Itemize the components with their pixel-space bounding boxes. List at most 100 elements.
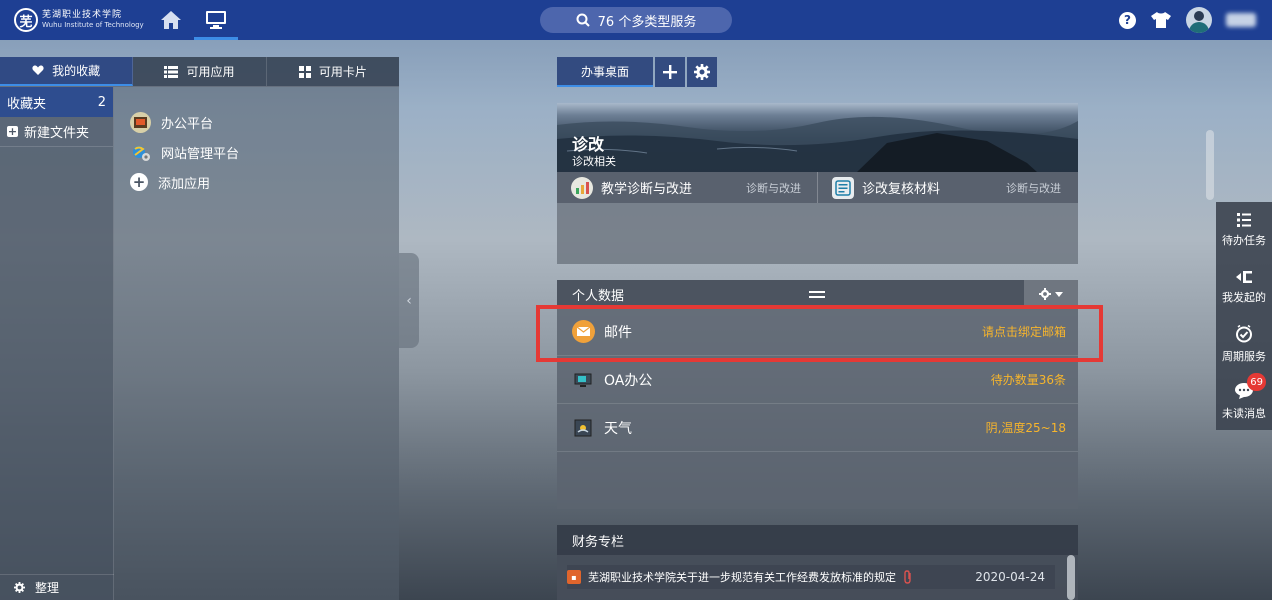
chevron-left-icon: ‹ [406, 292, 412, 309]
add-app-button[interactable]: + 添加应用 [130, 167, 239, 197]
desktop-icon[interactable] [194, 6, 238, 40]
tab-work-desk[interactable]: 办事桌面 [557, 57, 653, 87]
folder-favorites[interactable]: 收藏夹 2 [0, 87, 113, 117]
tab-label: 可用卡片 [318, 65, 367, 79]
home-icon[interactable] [160, 9, 182, 31]
collapse-panel-handle[interactable]: ‹ [399, 253, 419, 348]
gear-icon [14, 582, 25, 593]
username-redacted[interactable] [1226, 13, 1256, 27]
highlight-box [536, 305, 1103, 362]
news-title: 芜湖职业技术学院关于进一步规范有关工作经费发放标准的规定 [588, 571, 896, 584]
link-tag: 诊断与改进 [1006, 181, 1061, 195]
dock-label: 未读消息 [1222, 407, 1266, 420]
dock-label: 待办任务 [1222, 234, 1266, 247]
link-review-materials[interactable]: 诊改复核材料 诊断与改进 [817, 172, 1077, 203]
card-header: 个人数据 [557, 280, 1078, 308]
card-title: 诊改 [572, 135, 605, 154]
dock-label: 周期服务 [1222, 350, 1266, 363]
search-icon [576, 13, 590, 27]
page-scrollbar[interactable] [1206, 130, 1214, 200]
theme-shirt-icon[interactable] [1150, 11, 1172, 29]
row-status: 待办数量36条 [990, 373, 1066, 387]
app-office-platform[interactable]: 办公平台 [130, 107, 239, 137]
link-label: 教学诊断与改进 [601, 182, 693, 197]
initiated-icon [1236, 271, 1252, 283]
row-weather[interactable]: 天气 阴,温度25~18 [557, 404, 1078, 452]
app-website-management[interactable]: 网站管理平台 [130, 137, 239, 167]
attachment-icon [904, 570, 911, 584]
diagnosis-links: 教学诊断与改进 诊断与改进 诊改复核材料 诊断与改进 [557, 172, 1078, 203]
dock-periodic-service[interactable]: 周期服务 [1216, 316, 1272, 373]
dock-label: 我发起的 [1222, 291, 1266, 304]
top-bar: 芜 芜湖职业技术学院 Wuhu Institute of Technology … [0, 0, 1272, 40]
finance-scrollbar[interactable] [1067, 555, 1075, 600]
chart-icon [571, 176, 593, 199]
card-settings-dropdown[interactable] [1024, 280, 1078, 308]
weather-icon [571, 416, 595, 440]
folder-label: 收藏夹 [7, 96, 47, 112]
list-icon [164, 65, 179, 78]
unread-badge: 69 [1247, 373, 1266, 391]
dock-unread-messages[interactable]: 69 未读消息 [1216, 373, 1272, 430]
search-label: 76 个多类型服务 [597, 14, 697, 30]
tab-label: 可用应用 [186, 65, 235, 79]
diagnosis-card: 诊改 诊改相关 教学诊断与改进 诊断与改进 诊改复核材料 诊断与改进 [557, 103, 1078, 264]
dock-initiated[interactable]: 我发起的 [1216, 259, 1272, 316]
folder-list: 收藏夹 2 + 新建文件夹 整理 [0, 87, 114, 600]
favorite-apps: 办公平台 网站管理平台 + 添加应用 [130, 107, 239, 197]
card-subtitle: 诊改相关 [572, 155, 616, 168]
tab-available-cards[interactable]: 可用卡片 [267, 57, 399, 86]
logo-name-en: Wuhu Institute of Technology [42, 21, 144, 29]
organize-label: 整理 [35, 581, 60, 595]
review-material-icon [832, 176, 854, 199]
school-logo[interactable]: 芜 芜湖职业技术学院 Wuhu Institute of Technology [14, 8, 144, 32]
service-search[interactable]: 76 个多类型服务 [540, 7, 732, 33]
website-management-icon [130, 142, 151, 163]
diagnosis-banner: 诊改 诊改相关 [557, 103, 1078, 172]
office-platform-icon [130, 111, 151, 133]
right-dock: 待办任务 我发起的 周期服务 69 未读消息 [1216, 202, 1272, 430]
gear-icon [694, 64, 710, 80]
news-date: 2020-04-24 [975, 570, 1045, 584]
row-label: OA办公 [604, 372, 653, 389]
document-icon: ▪ [567, 570, 581, 584]
link-tag: 诊断与改进 [746, 181, 801, 195]
link-label: 诊改复核材料 [862, 182, 941, 197]
dock-pending-tasks[interactable]: 待办任务 [1216, 202, 1272, 259]
card-title: 个人数据 [572, 288, 625, 304]
row-oa[interactable]: OA办公 待办数量36条 [557, 356, 1078, 404]
app-label: 添加应用 [158, 176, 211, 192]
new-folder-label: 新建文件夹 [24, 126, 90, 141]
plus-icon: + [7, 125, 18, 138]
oa-office-icon [571, 368, 595, 392]
task-list-icon [1237, 213, 1251, 227]
help-icon[interactable]: ? [1119, 11, 1136, 29]
clock-check-icon [1236, 325, 1252, 343]
logo-name-cn: 芜湖职业技术学院 [42, 10, 123, 20]
link-teaching-diagnosis[interactable]: 教学诊断与改进 诊断与改进 [557, 172, 817, 203]
grid-icon [298, 65, 311, 78]
desk-settings-button[interactable] [687, 57, 717, 87]
news-item[interactable]: ▪ 芜湖职业技术学院关于进一步规范有关工作经费发放标准的规定 2020-04-2… [567, 565, 1055, 589]
left-tabs: 我的收藏 可用应用 可用卡片 [0, 57, 399, 87]
sea-banner-image [557, 116, 1078, 172]
tab-my-favorites[interactable]: 我的收藏 [0, 57, 134, 86]
tab-available-apps[interactable]: 可用应用 [133, 57, 267, 86]
heart-icon [32, 65, 44, 75]
caret-down-icon [1055, 291, 1063, 297]
organize-button[interactable]: 整理 [0, 574, 114, 600]
row-label: 天气 [604, 420, 632, 437]
drag-handle-icon[interactable] [809, 291, 825, 298]
folder-count: 2 [97, 94, 106, 110]
finance-card: 财务专栏 ▪ 芜湖职业技术学院关于进一步规范有关工作经费发放标准的规定 2020… [557, 525, 1078, 600]
gear-icon [1039, 288, 1051, 300]
add-desk-button[interactable] [655, 57, 685, 87]
card-title: 财务专栏 [557, 525, 1078, 555]
plus-icon [663, 65, 677, 79]
app-label: 网站管理平台 [161, 146, 240, 162]
favorites-panel: 我的收藏 可用应用 可用卡片 收藏夹 2 + 新建文件夹 整理 办公平台 网站管… [0, 57, 399, 600]
desk-tabs: 办事桌面 [557, 57, 717, 87]
new-folder-button[interactable]: + 新建文件夹 [0, 117, 113, 147]
avatar[interactable] [1186, 7, 1212, 33]
row-status: 阴,温度25~18 [985, 421, 1066, 435]
